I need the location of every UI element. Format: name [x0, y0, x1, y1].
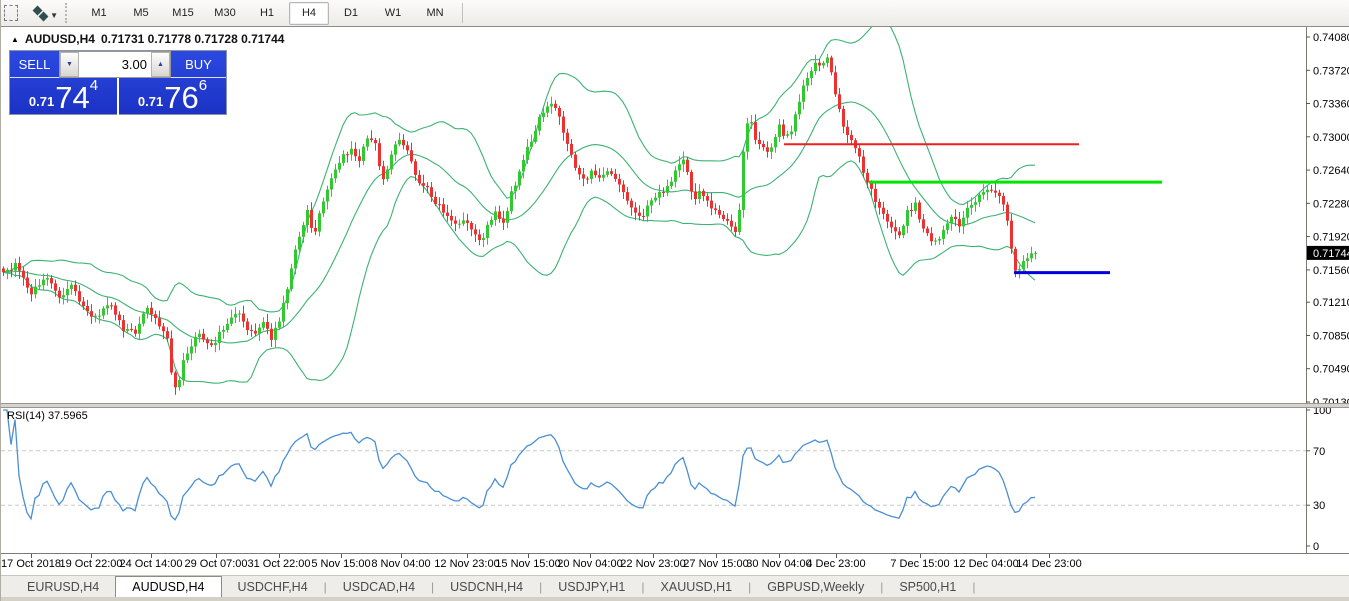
- volume-input[interactable]: [79, 52, 151, 77]
- buy-price-display[interactable]: 0.71 76 6: [119, 78, 226, 115]
- svg-text:30: 30: [1313, 500, 1325, 512]
- volume-increase-button[interactable]: ▲: [151, 52, 170, 77]
- rsi-line: [3, 410, 1035, 520]
- chart-tab-eurusd-h4[interactable]: EURUSD,H4: [11, 576, 115, 597]
- time-label: 24 Oct 14:00: [120, 558, 183, 570]
- buy-price-main: 76: [164, 83, 198, 113]
- time-label: 19 Oct 22:00: [60, 558, 123, 570]
- time-label: 27 Nov 15:00: [683, 558, 748, 570]
- timeframe-button-m5[interactable]: M5: [121, 2, 161, 25]
- chart-symbol-label: AUDUSD,H4: [25, 32, 95, 46]
- arrange-windows-icon[interactable]: ▼: [26, 2, 60, 24]
- timeframe-button-m30[interactable]: M30: [205, 2, 245, 25]
- sell-price-prefix: 0.71: [29, 94, 54, 109]
- rsi-chart-svg[interactable]: 100 70 30 0: [1, 408, 1349, 553]
- toolbar-grip[interactable]: [65, 3, 72, 23]
- svg-text:0.72280: 0.72280: [1313, 198, 1349, 210]
- svg-text:0: 0: [1313, 541, 1319, 553]
- svg-text:0.72640: 0.72640: [1313, 165, 1349, 177]
- time-label: 15 Nov 15:00: [495, 558, 560, 570]
- svg-text:0.71744: 0.71744: [1313, 248, 1349, 260]
- chart-tab-usdcad-h4[interactable]: USDCAD,H4: [327, 576, 431, 597]
- chart-tab-audusd-h4[interactable]: AUDUSD,H4: [115, 576, 221, 597]
- time-label: 12 Nov 23:00: [434, 558, 499, 570]
- time-label: 20 Nov 04:00: [557, 558, 622, 570]
- mt4-chart-window: ▼ M1M5M15M30H1H4D1W1MN 0.740800.737200.7…: [0, 0, 1349, 601]
- chart-header: ▲ AUDUSD,H4 0.71731 0.71778 0.71728 0.71…: [11, 32, 284, 46]
- timeframe-button-m1[interactable]: M1: [79, 2, 119, 25]
- svg-text:0.73720: 0.73720: [1313, 65, 1349, 77]
- svg-text:0.70850: 0.70850: [1313, 331, 1349, 343]
- volume-decrease-button[interactable]: ▼: [60, 52, 79, 77]
- svg-text:0.73360: 0.73360: [1313, 99, 1349, 111]
- svg-text:0.73000: 0.73000: [1313, 132, 1349, 144]
- time-label: 22 Nov 23:00: [620, 558, 685, 570]
- window-bottom-edge: [1, 597, 1349, 601]
- svg-text:0.71920: 0.71920: [1313, 232, 1349, 244]
- time-label: 17 Oct 2018: [1, 558, 61, 570]
- rsi-panel[interactable]: 100 70 30 0 RSI(14) 37.5965: [1, 408, 1349, 553]
- dropdown-caret-icon[interactable]: ▼: [50, 11, 58, 20]
- chart-tab-xauusd-h1[interactable]: XAUUSD,H1: [645, 576, 749, 597]
- svg-text:70: 70: [1313, 446, 1325, 458]
- svg-text:0.70490: 0.70490: [1313, 364, 1349, 376]
- chart-tab-sp500-h1[interactable]: SP500,H1: [883, 576, 972, 597]
- chart-ohlc-values: 0.71731 0.71778 0.71728 0.71744: [101, 32, 285, 46]
- tab-divider: |: [972, 576, 975, 597]
- time-label: 4 Dec 23:00: [806, 558, 865, 570]
- price-axis[interactable]: 0.74080 0.73720 0.73360 0.73000 0.72640 0.722…: [1306, 27, 1349, 403]
- time-axis[interactable]: 17 Oct 201819 Oct 22:0024 Oct 14:0029 Oc…: [1, 553, 1349, 575]
- svg-text:0.74080: 0.74080: [1313, 32, 1349, 44]
- chart-tab-usdcnh-h4[interactable]: USDCNH,H4: [434, 576, 539, 597]
- time-label: 8 Nov 04:00: [371, 558, 430, 570]
- one-click-trading-widget: SELL ▼ ▲ BUY 0.71 74 4 0.71 76 6: [9, 50, 227, 115]
- time-label: 31 Oct 22:00: [248, 558, 311, 570]
- timeframe-button-h1[interactable]: H1: [247, 2, 287, 25]
- chart-tab-usdjpy-h1[interactable]: USDJPY,H1: [542, 576, 641, 597]
- rsi-axis[interactable]: 100 70 30 0: [1306, 408, 1331, 553]
- sell-price-pip: 4: [90, 79, 98, 93]
- main-chart-area[interactable]: 0.74080 0.73720 0.73360 0.73000 0.72640 0.722…: [1, 27, 1349, 403]
- time-label: 30 Nov 04:00: [746, 558, 811, 570]
- buy-button[interactable]: BUY: [171, 51, 226, 78]
- rsi-indicator-label: RSI(14) 37.5965: [7, 410, 88, 422]
- sell-price-display[interactable]: 0.71 74 4: [10, 78, 117, 115]
- chart-tab-gbpusd-weekly[interactable]: GBPUSD,Weekly: [751, 576, 880, 597]
- time-label: 5 Nov 15:00: [311, 558, 370, 570]
- svg-text:0.71210: 0.71210: [1313, 297, 1349, 309]
- sell-button[interactable]: SELL: [10, 51, 59, 78]
- timeframe-button-h4[interactable]: H4: [289, 2, 329, 25]
- time-label: 7 Dec 15:00: [890, 558, 949, 570]
- toolbar-separator: [462, 3, 463, 23]
- volume-control: ▼ ▲: [59, 51, 171, 78]
- timeframe-button-d1[interactable]: D1: [331, 2, 371, 25]
- collapse-arrow-icon[interactable]: ▲: [11, 35, 19, 44]
- chart-tab-bar: EURUSD,H4AUDUSD,H4USDCHF,H4|USDCAD,H4|US…: [1, 575, 1349, 597]
- sell-price-main: 74: [55, 83, 89, 113]
- svg-text:100: 100: [1313, 408, 1331, 417]
- time-label: 14 Dec 23:00: [1016, 558, 1081, 570]
- timeframe-button-mn[interactable]: MN: [415, 2, 455, 25]
- svg-text:0.71560: 0.71560: [1313, 265, 1349, 277]
- buy-price-prefix: 0.71: [138, 94, 163, 109]
- timeframe-button-m15[interactable]: M15: [163, 2, 203, 25]
- timeframe-toolbar: M1M5M15M30H1H4D1W1MN: [78, 2, 456, 25]
- buy-price-pip: 6: [199, 79, 207, 93]
- chart-tab-usdchf-h4[interactable]: USDCHF,H4: [222, 576, 324, 597]
- time-label: 29 Oct 07:00: [185, 558, 248, 570]
- timeframe-button-w1[interactable]: W1: [373, 2, 413, 25]
- toolbar: ▼ M1M5M15M30H1H4D1W1MN: [1, 0, 1349, 27]
- selection-box-icon[interactable]: [2, 2, 24, 24]
- time-label: 12 Dec 04:00: [953, 558, 1018, 570]
